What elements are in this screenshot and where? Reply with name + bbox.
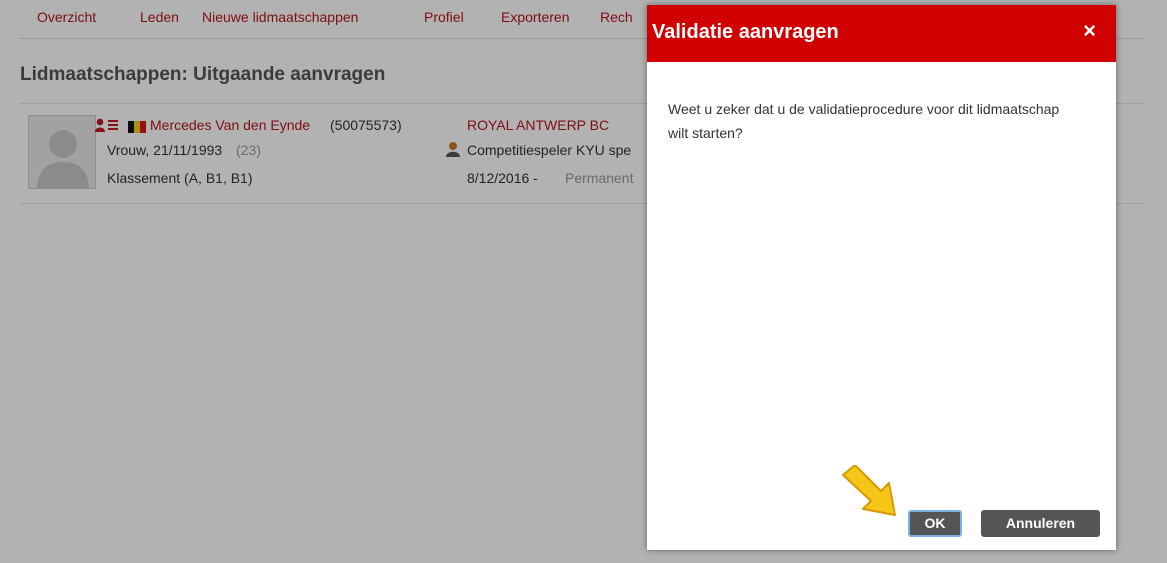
- pointer-arrow-icon: [842, 465, 896, 516]
- ok-button[interactable]: OK: [908, 510, 962, 537]
- dialog-header: Validatie aanvragen ×: [647, 5, 1116, 62]
- dialog-title: Validatie aanvragen: [652, 21, 839, 43]
- close-icon[interactable]: ×: [1083, 19, 1096, 43]
- validation-dialog: Validatie aanvragen × Weet u zeker dat u…: [647, 5, 1116, 550]
- cancel-button[interactable]: Annuleren: [981, 510, 1100, 537]
- dialog-message: Weet u zeker dat u de validatieprocedure…: [668, 101, 1060, 141]
